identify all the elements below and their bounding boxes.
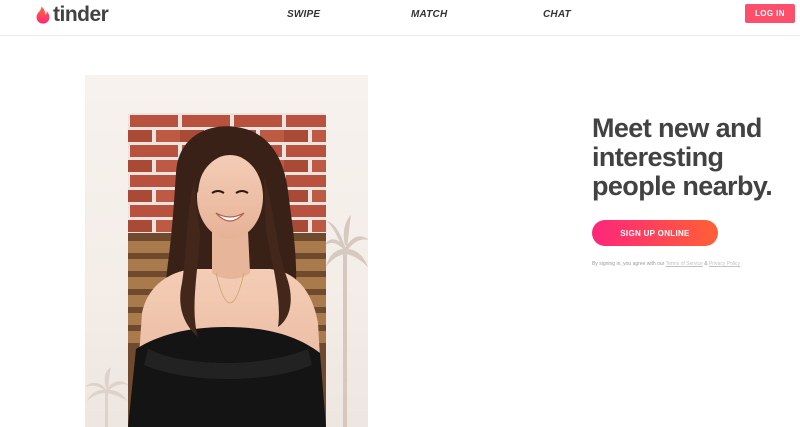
legal-disclaimer: By signing in, you agree with our Terms … <box>592 261 740 267</box>
login-button[interactable]: LOG IN <box>745 4 795 23</box>
legal-separator: & <box>704 261 708 267</box>
top-navbar: tinder SWIPE MATCH CHAT LOG IN <box>0 0 800 36</box>
profile-photo-illustration <box>128 113 326 427</box>
palm-tree-decoration <box>85 367 129 427</box>
flame-icon <box>36 6 50 24</box>
hero-headline: Meet new and interesting people nearby. <box>592 113 773 201</box>
profile-photo <box>128 113 326 427</box>
terms-of-service-link[interactable]: Terms of Service <box>666 261 703 267</box>
palm-tree-decoration <box>325 215 368 427</box>
tinder-logo[interactable]: tinder <box>36 3 109 27</box>
nav-swipe[interactable]: SWIPE <box>287 9 320 20</box>
nav-chat[interactable]: CHAT <box>543 9 571 20</box>
nav-match[interactable]: MATCH <box>411 9 447 20</box>
signup-online-button[interactable]: SIGN UP ONLINE <box>592 220 718 246</box>
privacy-policy-link[interactable]: Privacy Policy <box>709 261 740 267</box>
logo-wordmark: tinder <box>53 3 109 26</box>
legal-prefix: By signing in, you agree with our <box>592 261 665 267</box>
